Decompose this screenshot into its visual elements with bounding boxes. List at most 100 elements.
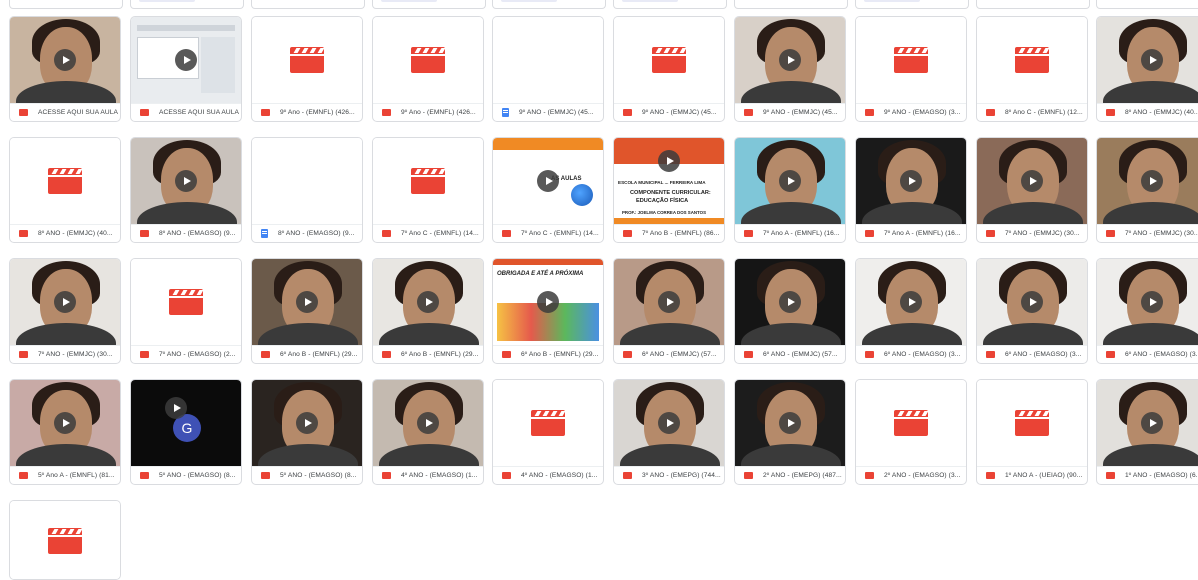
file-card[interactable]: 6º ANO - (EMAGSO) (3... (855, 258, 967, 364)
play-icon[interactable] (175, 49, 197, 71)
file-card[interactable]: 7º ANO - (EMMJC) (30... (976, 137, 1088, 243)
file-card[interactable]: 8º ANO - (EMAGSO) (9... (251, 137, 363, 243)
file-card[interactable]: 7º Ano A - (EMNFL) (16... (734, 137, 846, 243)
play-icon[interactable] (658, 150, 680, 172)
video-file-icon (865, 472, 874, 479)
file-card[interactable]: G 5º ANO - (EMAGSO) (8... (130, 379, 242, 485)
file-card[interactable]: 9º Ano - (EMNFL) (426... (251, 16, 363, 122)
play-icon[interactable] (658, 412, 680, 434)
file-card-partial[interactable] (9, 0, 123, 9)
file-card[interactable]: 6º ANO - (EMMJC) (57... (613, 258, 725, 364)
file-card[interactable]: 9º ANO - (EMAGSO) (3... (855, 16, 967, 122)
file-name: 7º ANO - (EMMJC) (30... (1125, 230, 1198, 237)
file-name: 1º ANO A - (UEIAO) (90... (1005, 472, 1083, 479)
play-icon[interactable] (165, 397, 187, 419)
file-card[interactable]: 2º ANO - (EMAGSO) (3... (855, 379, 967, 485)
play-icon[interactable] (296, 291, 318, 313)
file-card[interactable]: 5º ANO - (EMAGSO) (8... (251, 379, 363, 485)
file-card[interactable]: 9º ANO - (EMMJC) (45... (613, 16, 725, 122)
play-icon[interactable] (900, 291, 922, 313)
file-name: 9º Ano - (EMNFL) (426... (280, 109, 355, 116)
play-icon[interactable] (779, 170, 801, 192)
file-card[interactable]: OBRIGADA E ATÉ A PRÓXIMA 6º Ano B - (EMNF… (492, 258, 604, 364)
play-icon[interactable] (54, 412, 76, 434)
file-card[interactable]: ACESSE AQUI SUA AULA (9, 16, 121, 122)
video-clapper-icon (1015, 410, 1050, 436)
file-card[interactable]: 7º Ano C - (EMNFL) (14... (372, 137, 484, 243)
file-card[interactable]: 7º ANO - (EMMJC) (30... (1096, 137, 1198, 243)
file-card[interactable]: 9º Ano - (EMNFL) (426... (372, 16, 484, 122)
file-card-partial[interactable] (372, 0, 486, 9)
play-icon[interactable] (1141, 170, 1163, 192)
file-card[interactable]: 3º ANO - (EMEPG) (744... (613, 379, 725, 485)
file-card[interactable]: 4º ANO - (EMAGSO) (1... (492, 379, 604, 485)
file-name: 5º ANO - (EMAGSO) (8... (159, 472, 236, 479)
play-icon[interactable] (537, 291, 559, 313)
file-thumbnail (493, 380, 603, 466)
file-card[interactable]: AS AULAS 7º Ano C - (EMNFL) (14... (492, 137, 604, 243)
play-icon[interactable] (54, 291, 76, 313)
video-file-icon (19, 109, 28, 116)
file-card[interactable]: 6º Ano B - (EMNFL) (29... (251, 258, 363, 364)
file-card[interactable] (9, 500, 121, 580)
play-icon[interactable] (1141, 291, 1163, 313)
file-thumbnail (373, 17, 483, 103)
file-name: 3º ANO - (EMEPG) (744... (642, 472, 721, 479)
file-card[interactable]: 9º ANO - (EMMJC) (45... (492, 16, 604, 122)
file-card[interactable]: 5º Ano A - (EMNFL) (81... (9, 379, 121, 485)
play-icon[interactable] (1021, 170, 1043, 192)
video-clapper-icon (290, 47, 325, 73)
file-name: 8º Ano C - (EMNFL) (12... (1005, 109, 1083, 116)
file-card[interactable]: 9º ANO - (EMMJC) (45... (734, 16, 846, 122)
video-file-icon (140, 109, 149, 116)
file-thumbnail (373, 380, 483, 466)
file-card[interactable]: 6º ANO - (EMAGSO) (3... (1096, 258, 1198, 364)
play-icon[interactable] (296, 412, 318, 434)
play-icon[interactable] (779, 291, 801, 313)
file-card[interactable]: 7º ANO - (EMMJC) (30... (9, 258, 121, 364)
play-icon[interactable] (1021, 291, 1043, 313)
file-card[interactable]: 2º ANO - (EMEPG) (487... (734, 379, 846, 485)
play-icon[interactable] (175, 170, 197, 192)
file-footer: 9º ANO - (EMMJC) (45... (493, 103, 603, 121)
play-icon[interactable] (1141, 49, 1163, 71)
file-thumbnail (735, 259, 845, 345)
file-card-partial[interactable] (734, 0, 848, 9)
play-icon[interactable] (417, 291, 439, 313)
file-card-partial[interactable] (1096, 0, 1198, 9)
file-card-partial[interactable] (130, 0, 244, 9)
file-card[interactable]: ACESSE AQUI SUA AULA (130, 16, 242, 122)
video-file-icon (19, 472, 28, 479)
file-card-partial[interactable] (855, 0, 969, 9)
file-thumbnail (977, 380, 1087, 466)
video-file-icon (986, 351, 995, 358)
play-icon[interactable] (900, 170, 922, 192)
file-card[interactable]: 1º ANO A - (UEIAO) (90... (976, 379, 1088, 485)
file-card[interactable]: 7º Ano A - (EMNFL) (16... (855, 137, 967, 243)
file-card[interactable]: 6º Ano B - (EMNFL) (29... (372, 258, 484, 364)
play-icon[interactable] (54, 49, 76, 71)
file-card[interactable]: ESCOLA MUNICIPAL ... FERREIRA LIMA COMPON… (613, 137, 725, 243)
file-footer: 6º Ano B - (EMNFL) (29... (252, 345, 362, 363)
file-thumbnail (373, 138, 483, 224)
file-card-partial[interactable] (492, 0, 606, 9)
file-card-partial[interactable] (251, 0, 365, 9)
file-card[interactable]: 8º ANO - (EMMJC) (40... (9, 137, 121, 243)
file-card[interactable]: 4º ANO - (EMAGSO) (1... (372, 379, 484, 485)
file-card[interactable]: 6º ANO - (EMMJC) (57... (734, 258, 846, 364)
video-file-icon (986, 230, 995, 237)
file-card[interactable]: 8º ANO - (EMAGSO) (9... (130, 137, 242, 243)
file-card[interactable]: 6º ANO - (EMAGSO) (3... (976, 258, 1088, 364)
play-icon[interactable] (417, 412, 439, 434)
file-card[interactable]: 8º Ano C - (EMNFL) (12... (976, 16, 1088, 122)
file-card-partial[interactable] (976, 0, 1090, 9)
file-card[interactable]: 7º ANO - (EMAGSO) (2... (130, 258, 242, 364)
play-icon[interactable] (779, 412, 801, 434)
play-icon[interactable] (1141, 412, 1163, 434)
file-card[interactable]: 1º ANO - (EMAGSO) (6... (1096, 379, 1198, 485)
file-card[interactable]: 8º ANO - (EMMJC) (40... (1096, 16, 1198, 122)
play-icon[interactable] (658, 291, 680, 313)
play-icon[interactable] (537, 170, 559, 192)
play-icon[interactable] (779, 49, 801, 71)
file-card-partial[interactable] (613, 0, 727, 9)
